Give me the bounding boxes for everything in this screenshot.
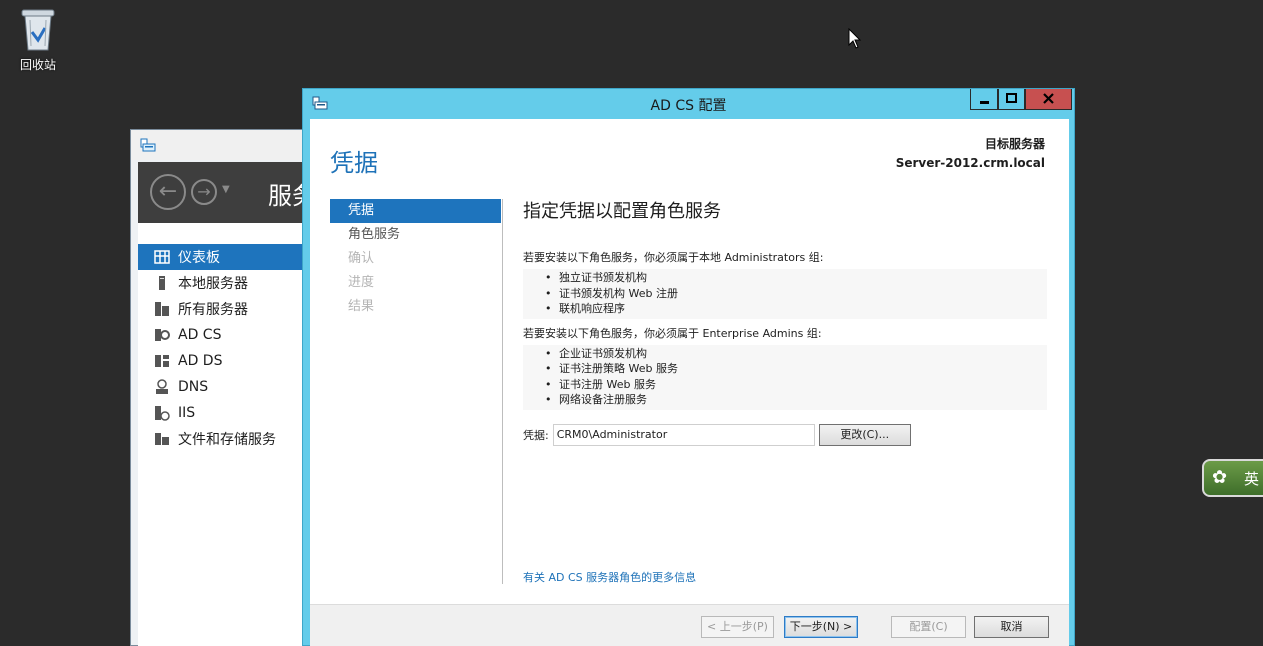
server-icon xyxy=(159,276,165,290)
sidebar-item-adds[interactable]: AD DS xyxy=(138,348,310,374)
dialog-titlebar[interactable]: AD CS 配置 xyxy=(303,89,1074,117)
recycle-bin-label: 回收站 xyxy=(19,58,56,72)
cancel-button[interactable]: 取消 xyxy=(974,616,1049,638)
dashboard-icon xyxy=(154,250,170,264)
forward-arrow-icon[interactable]: → xyxy=(191,179,217,205)
history-dropdown-icon[interactable]: ▼ xyxy=(222,184,230,195)
sidebar-item-label: 文件和存储服务 xyxy=(178,432,276,448)
step-role-services[interactable]: 角色服务 xyxy=(330,223,501,247)
list-item: 独立证书颁发机构 xyxy=(545,270,1047,286)
sidebar-item-label: 所有服务器 xyxy=(178,302,248,318)
change-credentials-button[interactable]: 更改(C)... xyxy=(818,423,911,446)
sidebar-item-label: 本地服务器 xyxy=(178,276,248,292)
list-item: 证书注册策略 Web 服务 xyxy=(545,361,1047,377)
adcs-config-dialog: AD CS 配置 凭据 目标服务器 Server-2012.crm.local … xyxy=(302,88,1075,646)
credentials-field[interactable]: CRM0\Administrator xyxy=(552,423,815,446)
dialog-footer: < 上一步(P) 下一步(N) > 配置(C) 取消 xyxy=(310,604,1069,646)
step-confirmation: 确认 xyxy=(348,251,375,266)
close-button[interactable] xyxy=(1025,89,1072,110)
server-manager-app-icon xyxy=(140,138,156,152)
adds-icon xyxy=(155,355,169,367)
dns-icon xyxy=(156,379,168,394)
step-credentials[interactable]: 凭据 xyxy=(330,199,501,223)
iis-icon xyxy=(155,406,170,421)
list-item: 企业证书颁发机构 xyxy=(545,346,1047,362)
page-title: 凭据 xyxy=(330,149,378,177)
sidebar-item-label: IIS xyxy=(178,405,196,421)
content-heading: 指定凭据以配置角色服务 xyxy=(523,201,721,222)
enterprise-admin-text: 若要安装以下角色服务，你必须属于 Enterprise Admins 组: xyxy=(523,326,822,340)
step-results: 结果 xyxy=(348,299,375,314)
back-arrow-icon[interactable]: ← xyxy=(150,174,186,210)
list-item: 证书注册 Web 服务 xyxy=(545,377,1047,393)
sidebar-item-all-servers[interactable]: 所有服务器 xyxy=(138,296,310,322)
server-manager-window: ← → ▼ 服务 仪表板 本地服务器 所有服务器 AD CS AD DS DNS xyxy=(130,129,316,646)
recycle-bin-icon xyxy=(21,9,55,51)
sidebar-item-file-storage[interactable]: 文件和存储服务 xyxy=(138,426,310,452)
step-progress: 进度 xyxy=(348,275,375,290)
sidebar-item-label: AD CS xyxy=(178,327,222,343)
content-pane: 指定凭据以配置角色服务 若要安装以下角色服务，你必须属于本地 Administr… xyxy=(523,197,1047,446)
adcs-icon xyxy=(155,329,170,341)
sidebar-item-local-server[interactable]: 本地服务器 xyxy=(138,270,310,296)
sidebar-item-dashboard[interactable]: 仪表板 xyxy=(138,244,310,270)
servers-icon xyxy=(155,302,169,316)
next-button[interactable]: 下一步(N) > xyxy=(784,616,858,638)
server-manager-sidebar: 仪表板 本地服务器 所有服务器 AD CS AD DS DNS IIS 文件和存… xyxy=(138,223,310,646)
server-manager-nav-bar: ← → ▼ 服务 xyxy=(138,162,316,223)
configure-button[interactable]: 配置(C) xyxy=(891,616,966,638)
credentials-row: 凭据: CRM0\Administrator 更改(C)... xyxy=(523,423,1047,446)
storage-icon xyxy=(155,433,169,445)
flower-icon: ✿ xyxy=(1212,467,1228,488)
sidebar-item-adcs[interactable]: AD CS xyxy=(138,322,310,348)
maximize-button[interactable] xyxy=(998,89,1025,110)
sidebar-item-label: 仪表板 xyxy=(178,250,220,266)
recycle-bin[interactable]: 回收站 xyxy=(10,6,66,73)
wizard-steps: 凭据 角色服务 确认 进度 结果 xyxy=(330,199,501,319)
credentials-label: 凭据: xyxy=(523,428,549,442)
local-admin-list: 独立证书颁发机构 证书颁发机构 Web 注册 联机响应程序 xyxy=(523,269,1047,319)
enterprise-admin-list: 企业证书颁发机构 证书注册策略 Web 服务 证书注册 Web 服务 网络设备注… xyxy=(523,344,1047,410)
sidebar-item-label: DNS xyxy=(178,379,209,395)
local-admin-text: 若要安装以下角色服务，你必须属于本地 Administrators 组: xyxy=(523,251,824,264)
sidebar-item-iis[interactable]: IIS xyxy=(138,400,310,426)
ime-language-label: 英 xyxy=(1244,470,1260,488)
minimize-button[interactable] xyxy=(970,89,998,110)
dialog-body: 凭据 目标服务器 Server-2012.crm.local 凭据 角色服务 确… xyxy=(310,119,1069,646)
close-icon xyxy=(1043,93,1054,104)
sidebar-item-label: AD DS xyxy=(178,353,223,369)
maximize-icon xyxy=(1006,93,1017,103)
minimize-icon xyxy=(980,101,989,104)
mouse-cursor-icon xyxy=(848,28,862,49)
ime-language-widget[interactable]: ✿ 英 xyxy=(1202,459,1263,497)
list-item: 网络设备注册服务 xyxy=(545,392,1047,408)
previous-button[interactable]: < 上一步(P) xyxy=(701,616,774,638)
target-server-label: 目标服务器 xyxy=(984,137,1045,151)
list-item: 证书颁发机构 Web 注册 xyxy=(545,286,1047,302)
target-server: 目标服务器 Server-2012.crm.local xyxy=(896,135,1045,173)
server-manager-titlebar[interactable] xyxy=(131,130,309,160)
more-info-link[interactable]: 有关 AD CS 服务器角色的更多信息 xyxy=(523,569,696,585)
sidebar-item-dns[interactable]: DNS xyxy=(138,374,310,400)
steps-divider xyxy=(502,199,503,584)
list-item: 联机响应程序 xyxy=(545,301,1047,317)
dialog-title: AD CS 配置 xyxy=(650,98,727,114)
target-server-value: Server-2012.crm.local xyxy=(895,156,1045,170)
